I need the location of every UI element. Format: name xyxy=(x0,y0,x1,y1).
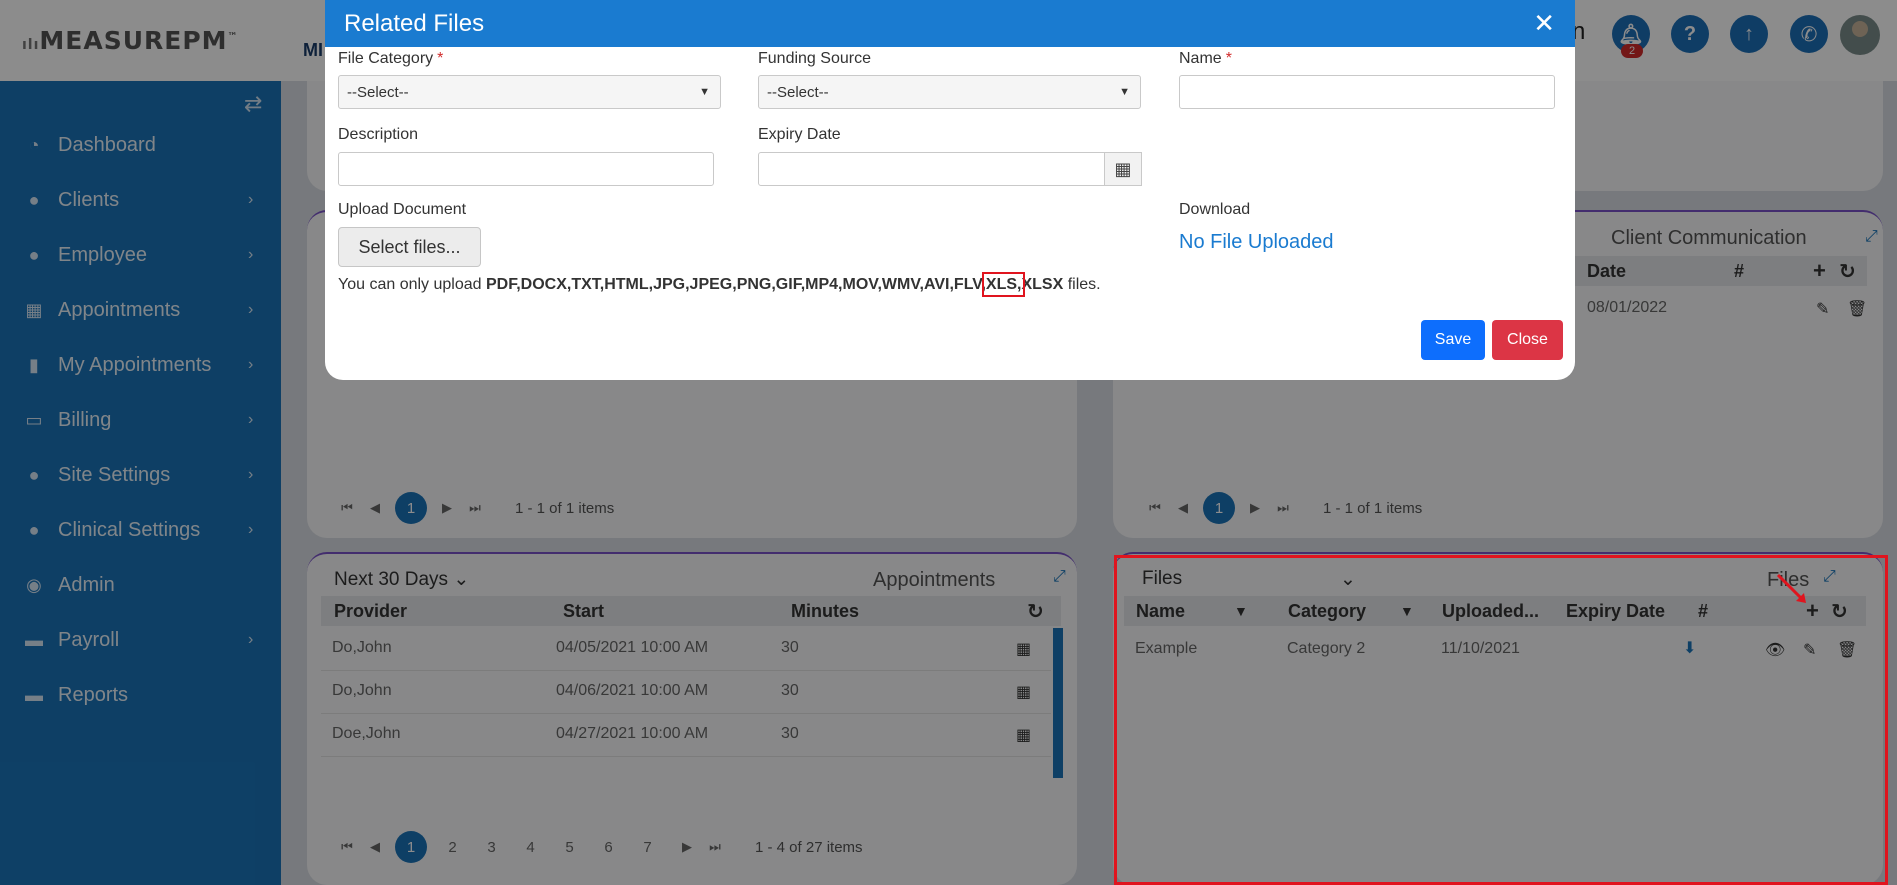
file-category-value: --Select-- xyxy=(347,83,409,101)
hint-xls-highlight: XLS, xyxy=(981,272,1026,297)
file-category-label-text: File Category xyxy=(338,50,434,67)
close-button[interactable]: Close xyxy=(1492,320,1563,360)
caret-down-icon: ▼ xyxy=(1119,86,1130,98)
name-label-text: Name xyxy=(1179,50,1222,67)
funding-source-select[interactable]: --Select-- ▼ xyxy=(758,75,1141,109)
no-file-link[interactable]: No File Uploaded xyxy=(1179,231,1334,254)
name-label: Name * xyxy=(1179,50,1232,68)
dialog-title: Related Files xyxy=(344,9,485,37)
description-input[interactable] xyxy=(338,152,714,186)
file-category-select[interactable]: --Select-- ▼ xyxy=(338,75,721,109)
expiry-date-input[interactable] xyxy=(758,152,1105,186)
required-mark: * xyxy=(1225,50,1232,67)
close-icon[interactable]: ✕ xyxy=(1533,8,1555,39)
download-label: Download xyxy=(1179,201,1251,218)
file-category-label: File Category * xyxy=(338,50,443,68)
save-button[interactable]: Save xyxy=(1421,320,1485,360)
caret-down-icon: ▼ xyxy=(699,86,710,98)
upload-hint: You can only upload PDF,DOCX,TXT,HTML,JP… xyxy=(338,272,1101,297)
red-arrow-annotation xyxy=(1776,573,1806,603)
hint-prefix: You can only upload xyxy=(338,276,486,293)
funding-source-label: Funding Source xyxy=(758,50,871,67)
required-mark: * xyxy=(437,50,444,67)
related-files-dialog: Related Files ✕ File Category * --Select-… xyxy=(325,0,1575,380)
description-label: Description xyxy=(338,126,419,143)
hint-types: PDF,DOCX,TXT,HTML,JPG,JPEG,PNG,GIF,MP4,M… xyxy=(485,276,986,293)
calendar-icon[interactable]: ▦ xyxy=(1104,152,1142,186)
select-files-button[interactable]: Select files... xyxy=(338,227,481,267)
upload-document-label: Upload Document xyxy=(338,201,467,218)
dialog-header: Related Files ✕ xyxy=(325,0,1575,47)
hint-suffix: files. xyxy=(1063,276,1101,293)
name-input[interactable] xyxy=(1179,75,1555,109)
funding-source-value: --Select-- xyxy=(767,83,829,101)
files-panel-highlight xyxy=(1114,555,1888,885)
expiry-date-label: Expiry Date xyxy=(758,126,841,143)
hint-types-xlsx: XLSX xyxy=(1021,276,1064,293)
